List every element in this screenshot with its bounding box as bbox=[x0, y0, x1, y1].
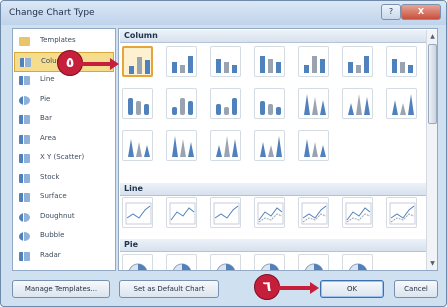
doughnut-chart-icon bbox=[19, 212, 30, 222]
line-with-markers-chart-icon[interactable] bbox=[254, 197, 285, 228]
category-item[interactable]: X Y (Scatter) bbox=[14, 149, 114, 169]
bubble-chart-icon bbox=[19, 232, 30, 241]
chart-subtype-gallery: Column Line Pie ▲ ▼ bbox=[118, 28, 438, 271]
ok-button[interactable]: OK bbox=[320, 280, 384, 298]
category-label: Pie bbox=[40, 94, 51, 103]
category-item[interactable]: Stock bbox=[14, 169, 114, 189]
category-item[interactable]: Area bbox=[14, 130, 114, 150]
category-item[interactable]: Surface bbox=[14, 188, 114, 208]
category-label: X Y (Scatter) bbox=[40, 153, 85, 161]
category-label: Radar bbox=[40, 250, 61, 259]
help-button[interactable]: ? bbox=[381, 4, 401, 20]
scatter-chart-icon bbox=[19, 154, 30, 163]
step-5-callout: ٥ bbox=[57, 50, 83, 76]
radar-chart-icon bbox=[19, 251, 30, 261]
100-stacked-column-chart-icon[interactable] bbox=[210, 46, 241, 77]
step-5-arrowhead bbox=[110, 58, 119, 70]
category-label: Stock bbox=[40, 172, 60, 181]
scroll-thumb[interactable] bbox=[428, 44, 437, 124]
stacked-line-chart-icon[interactable] bbox=[166, 197, 197, 228]
area-chart-icon bbox=[19, 134, 30, 144]
3d-pyramid-chart-icon[interactable] bbox=[298, 130, 329, 161]
category-label: Bubble bbox=[40, 231, 65, 239]
stock-chart-icon bbox=[19, 173, 30, 183]
change-chart-type-dialog: Change Chart Type ? X Templates Column Lin… bbox=[0, 0, 447, 307]
category-label: Line bbox=[40, 75, 55, 83]
category-label: Area bbox=[40, 133, 57, 142]
category-label: Templates bbox=[40, 36, 76, 44]
section-header-column: Column bbox=[120, 30, 426, 43]
line-chart-icon bbox=[19, 76, 30, 85]
step-6-callout: ٦ bbox=[254, 274, 280, 300]
clustered-pyramid-chart-icon[interactable] bbox=[166, 130, 197, 161]
category-item[interactable]: Bubble bbox=[14, 227, 114, 247]
pie-of-pie-chart-icon[interactable] bbox=[210, 254, 241, 270]
category-item[interactable]: Doughnut bbox=[14, 208, 114, 228]
clustered-cylinder-chart-icon[interactable] bbox=[122, 88, 153, 119]
clustered-column-chart-icon[interactable] bbox=[122, 46, 153, 77]
title-bar[interactable]: Change Chart Type ? X bbox=[1, 1, 446, 25]
100-stacked-cone-chart-icon[interactable] bbox=[386, 88, 417, 119]
3d-pie-chart-icon[interactable] bbox=[166, 254, 197, 270]
stacked-cone-chart-icon[interactable] bbox=[342, 88, 373, 119]
category-item[interactable]: Bar bbox=[14, 110, 114, 130]
cancel-button[interactable]: Cancel bbox=[394, 280, 438, 298]
category-item[interactable]: Pie bbox=[14, 91, 114, 111]
stacked-pyramid-chart-icon[interactable] bbox=[210, 130, 241, 161]
manage-templates-button[interactable]: Manage Templates... bbox=[12, 280, 110, 298]
step-6-arrowhead bbox=[310, 282, 319, 294]
bar-of-pie-chart-icon[interactable] bbox=[342, 254, 373, 270]
stacked-line-with-markers-chart-icon[interactable] bbox=[298, 197, 329, 228]
100-stacked-line-with-markers-chart-icon[interactable] bbox=[342, 197, 373, 228]
bar-chart-icon bbox=[19, 115, 30, 124]
category-item[interactable]: Templates bbox=[14, 32, 114, 52]
dialog-title: Change Chart Type bbox=[9, 8, 95, 18]
3d-exploded-pie-chart-icon[interactable] bbox=[298, 254, 329, 270]
step-5-arrow bbox=[81, 62, 111, 66]
pie-chart-icon[interactable] bbox=[122, 254, 153, 270]
category-label: Doughnut bbox=[40, 211, 75, 220]
3d-cylinder-chart-icon[interactable] bbox=[254, 88, 285, 119]
3d-clustered-column-chart-icon[interactable] bbox=[254, 46, 285, 77]
gallery-scrollbar[interactable]: ▲ ▼ bbox=[426, 30, 437, 270]
scroll-down-arrow-icon[interactable]: ▼ bbox=[428, 259, 437, 268]
section-header-line: Line bbox=[120, 183, 426, 196]
set-as-default-chart-button[interactable]: Set as Default Chart bbox=[119, 280, 219, 298]
100-stacked-pyramid-chart-icon[interactable] bbox=[254, 130, 285, 161]
category-label: Bar bbox=[40, 114, 52, 122]
templates-folder-icon bbox=[19, 37, 30, 46]
column-chart-icon bbox=[20, 57, 31, 67]
stacked-cylinder-chart-icon[interactable] bbox=[166, 88, 197, 119]
section-header-pie: Pie bbox=[120, 239, 426, 252]
3d-stacked-column-chart-icon[interactable] bbox=[298, 46, 329, 77]
100-stacked-line-chart-icon[interactable] bbox=[210, 197, 241, 228]
surface-chart-icon bbox=[19, 193, 30, 202]
pie-chart-icon bbox=[19, 95, 30, 105]
3d-column-chart-icon[interactable] bbox=[386, 46, 417, 77]
3d-100-stacked-column-chart-icon[interactable] bbox=[342, 46, 373, 77]
category-item[interactable]: Radar bbox=[14, 247, 114, 267]
exploded-pie-chart-icon[interactable] bbox=[254, 254, 285, 270]
step-6-arrow bbox=[278, 286, 311, 290]
scroll-up-arrow-icon[interactable]: ▲ bbox=[428, 32, 437, 41]
category-label: Surface bbox=[40, 192, 67, 200]
close-button[interactable]: X bbox=[401, 4, 441, 20]
clustered-cone-chart-icon[interactable] bbox=[298, 88, 329, 119]
3d-line-chart-icon[interactable] bbox=[386, 197, 417, 228]
100-stacked-cylinder-chart-icon[interactable] bbox=[210, 88, 241, 119]
stacked-column-chart-icon[interactable] bbox=[166, 46, 197, 77]
3d-cone-chart-icon[interactable] bbox=[122, 130, 153, 161]
line-chart-icon[interactable] bbox=[122, 197, 153, 228]
